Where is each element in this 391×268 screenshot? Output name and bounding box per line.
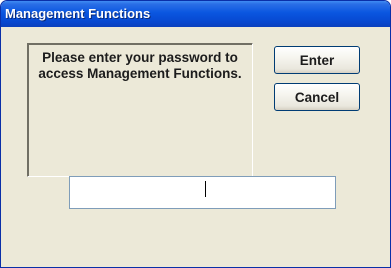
message-panel: Please enter your password to access Man… [27,43,253,177]
text-cursor [205,181,206,197]
cancel-button[interactable]: Cancel [274,83,360,111]
instruction-text: Please enter your password to access Man… [34,50,246,82]
title-bar[interactable]: Management Functions [1,1,390,27]
password-input[interactable] [69,176,336,209]
instruction-line-1: Please enter your password to [42,50,238,65]
window-title: Management Functions [5,6,151,21]
instruction-line-2: access Management Functions. [38,66,242,81]
enter-button[interactable]: Enter [274,46,360,74]
dialog-body: Please enter your password to access Man… [4,27,387,264]
dialog-window: Management Functions Please enter your p… [0,0,391,268]
